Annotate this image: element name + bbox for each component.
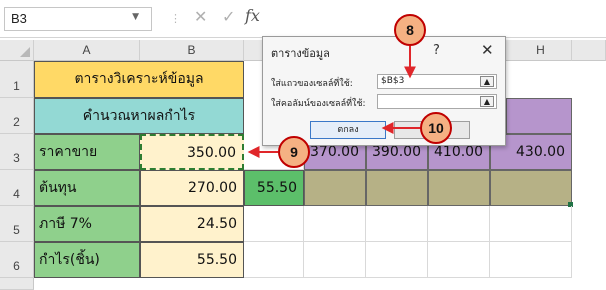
- cell-f6[interactable]: [428, 242, 490, 278]
- collapse-dialog-icon[interactable]: ▲: [480, 76, 494, 87]
- cell-c6[interactable]: [244, 242, 304, 278]
- row-number: 2: [13, 115, 20, 129]
- cell-g5[interactable]: [490, 206, 572, 242]
- column-input-field[interactable]: ▲: [377, 94, 497, 109]
- cell-e4[interactable]: [366, 170, 428, 206]
- cell-e5[interactable]: [366, 206, 428, 242]
- chevron-down-icon[interactable]: ▼: [132, 12, 139, 22]
- row-header-5[interactable]: 5: [0, 206, 34, 242]
- cell-f4[interactable]: [428, 170, 490, 206]
- column-input-label: ใส่คอลัมน์ของเซลล์ที่ใช้:: [271, 99, 366, 109]
- row-header-1[interactable]: 1: [0, 61, 34, 98]
- cell-g6[interactable]: [490, 242, 572, 278]
- formula-bar: B3 ▼ ⋮ ✕ ✓ fx: [0, 0, 606, 38]
- cell-a6[interactable]: กำไร(ชิ้น): [34, 242, 140, 278]
- step-9-callout: 9: [278, 136, 310, 168]
- cell-c4[interactable]: 55.50: [244, 170, 304, 206]
- close-icon[interactable]: ✕: [481, 41, 494, 59]
- row-input-value: $B$3: [381, 76, 405, 86]
- row-number: 5: [13, 223, 20, 237]
- help-icon[interactable]: ?: [433, 43, 440, 58]
- cell-b6[interactable]: 55.50: [140, 242, 244, 278]
- cell-b4[interactable]: 270.00: [140, 170, 244, 206]
- select-all-corner[interactable]: [0, 40, 34, 61]
- confirm-entry-icon[interactable]: ✓: [222, 7, 235, 26]
- dialog-title: ตารางข้อมูล: [271, 47, 330, 60]
- row-number: 1: [13, 79, 20, 93]
- more-icon: ⋮: [170, 12, 181, 25]
- cell-g4[interactable]: [490, 170, 572, 206]
- row-number: 3: [13, 151, 20, 165]
- excel-window: B3 ▼ ⋮ ✕ ✓ fx A B C D E F G H 1 2 3 4 5 …: [0, 0, 606, 290]
- insert-function-icon[interactable]: fx: [245, 6, 260, 25]
- collapse-dialog-icon[interactable]: ▲: [480, 96, 494, 107]
- cancel-entry-icon[interactable]: ✕: [194, 7, 207, 26]
- cell-d6[interactable]: [304, 242, 366, 278]
- row-header-7[interactable]: [0, 278, 34, 290]
- cell-b5[interactable]: 24.50: [140, 206, 244, 242]
- cell-d5[interactable]: [304, 206, 366, 242]
- column-header-h[interactable]: H: [510, 40, 572, 61]
- cell-e6[interactable]: [366, 242, 428, 278]
- row-number: 4: [13, 187, 20, 201]
- row-header-2[interactable]: 2: [0, 98, 34, 134]
- step-10-callout: 10: [420, 112, 452, 144]
- cell-b3[interactable]: 350.00: [140, 134, 244, 170]
- data-table-dialog: ตารางข้อมูล ? ✕ ใส่แถวของเซลล์ที่ใช้: $B…: [262, 36, 506, 146]
- cell-a4[interactable]: ต้นทุน: [34, 170, 140, 206]
- column-header-a[interactable]: A: [34, 40, 140, 61]
- cell-a1-title[interactable]: ตารางวิเคราะห์ข้อมูล: [34, 61, 244, 98]
- row-header-4[interactable]: 4: [0, 170, 34, 206]
- cell-a3[interactable]: ราคาขาย: [34, 134, 140, 170]
- select-all-icon: [20, 47, 30, 57]
- cell-d4[interactable]: [304, 170, 366, 206]
- name-box-value: B3: [11, 11, 27, 26]
- row-input-label: ใส่แถวของเซลล์ที่ใช้:: [271, 79, 353, 89]
- column-header-b[interactable]: B: [140, 40, 244, 61]
- name-box[interactable]: B3 ▼: [4, 7, 152, 31]
- row-header-3[interactable]: 3: [0, 134, 34, 170]
- row-header-6[interactable]: 6: [0, 242, 34, 278]
- cell-f5[interactable]: [428, 206, 490, 242]
- ok-button[interactable]: ตกลง: [310, 121, 386, 139]
- step-8-callout: 8: [394, 14, 426, 46]
- cell-a2-subtitle[interactable]: คำนวณหาผลกำไร: [34, 98, 244, 134]
- cell-a5[interactable]: ภาษี 7%: [34, 206, 140, 242]
- row-number: 6: [13, 259, 20, 273]
- column-header-blank: [572, 40, 606, 61]
- cell-h2[interactable]: [506, 98, 572, 134]
- row-input-field[interactable]: $B$3 ▲: [377, 74, 497, 89]
- cell-c5[interactable]: [244, 206, 304, 242]
